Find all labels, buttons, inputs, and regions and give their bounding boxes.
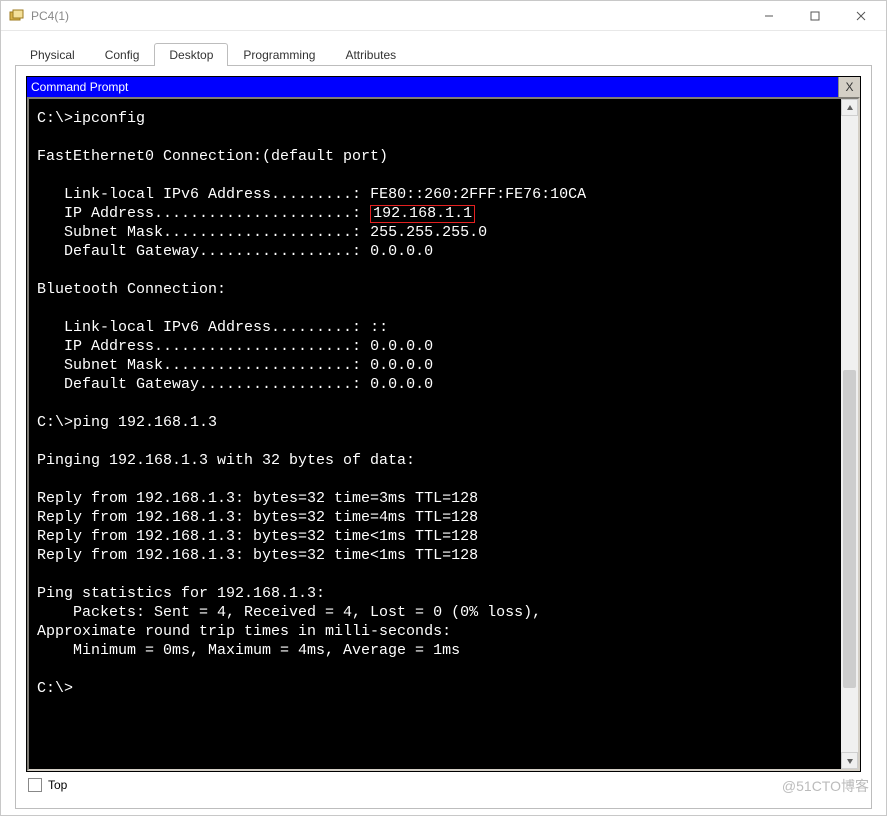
ip-label: IP Address......................:	[37, 338, 370, 355]
ping-rtt: Minimum = 0ms, Maximum = 4ms, Average = …	[37, 642, 460, 659]
mask-value: 255.255.255.0	[370, 224, 487, 241]
gw-value: 0.0.0.0	[370, 243, 433, 260]
ipv6-value: FE80::260:2FFF:FE76:10CA	[370, 186, 586, 203]
ip-value: 0.0.0.0	[370, 338, 433, 355]
scroll-track[interactable]	[841, 116, 858, 752]
tab-desktop[interactable]: Desktop	[154, 43, 228, 66]
mask-value: 0.0.0.0	[370, 357, 433, 374]
ping-reply: Reply from 192.168.1.3: bytes=32 time=3m…	[37, 490, 478, 507]
titlebar: PC4(1)	[1, 1, 886, 31]
section-title: FastEthernet0 Connection:(default port)	[37, 148, 388, 165]
prompt-line: C:\>ipconfig	[37, 110, 145, 127]
panel-title: Command Prompt	[31, 80, 838, 94]
tab-bar: Physical Config Desktop Programming Attr…	[15, 41, 872, 66]
app-window: PC4(1) Physical Config Desktop Programmi…	[0, 0, 887, 816]
gw-value: 0.0.0.0	[370, 376, 433, 393]
top-label: Top	[48, 778, 67, 792]
app-icon	[9, 8, 25, 24]
ping-stats-packets: Packets: Sent = 4, Received = 4, Lost = …	[37, 604, 541, 621]
tab-attributes[interactable]: Attributes	[330, 43, 411, 66]
ip-label: IP Address......................:	[37, 205, 370, 222]
ipv6-value: ::	[370, 319, 388, 336]
terminal-scrollbar[interactable]	[841, 99, 858, 769]
prompt-line: C:\>ping 192.168.1.3	[37, 414, 217, 431]
ping-reply: Reply from 192.168.1.3: bytes=32 time<1m…	[37, 547, 478, 564]
top-checkbox[interactable]	[28, 778, 42, 792]
scroll-down-button[interactable]	[841, 752, 858, 769]
close-button[interactable]	[838, 2, 884, 30]
panel-close-button[interactable]: X	[838, 77, 860, 97]
tab-content: Command Prompt X C:\>ipconfig FastEthern…	[15, 66, 872, 809]
window-title: PC4(1)	[31, 9, 69, 23]
command-prompt-panel: Command Prompt X C:\>ipconfig FastEthern…	[26, 76, 861, 772]
client-area: Physical Config Desktop Programming Attr…	[1, 31, 886, 815]
maximize-button[interactable]	[792, 2, 838, 30]
bottom-bar: Top	[26, 772, 861, 798]
ip-value-highlighted: 192.168.1.1	[370, 205, 475, 223]
ipv6-label: Link-local IPv6 Address.........:	[37, 186, 370, 203]
scroll-thumb[interactable]	[843, 370, 856, 688]
ping-rtt-header: Approximate round trip times in milli-se…	[37, 623, 451, 640]
section-title: Bluetooth Connection:	[37, 281, 226, 298]
terminal-wrap: C:\>ipconfig FastEthernet0 Connection:(d…	[27, 97, 860, 771]
ping-header: Pinging 192.168.1.3 with 32 bytes of dat…	[37, 452, 415, 469]
ping-reply: Reply from 192.168.1.3: bytes=32 time=4m…	[37, 509, 478, 526]
ping-stats-header: Ping statistics for 192.168.1.3:	[37, 585, 325, 602]
ipv6-label: Link-local IPv6 Address.........:	[37, 319, 370, 336]
gw-label: Default Gateway.................:	[37, 243, 370, 260]
mask-label: Subnet Mask.....................:	[37, 357, 370, 374]
terminal[interactable]: C:\>ipconfig FastEthernet0 Connection:(d…	[29, 99, 841, 769]
scroll-up-button[interactable]	[841, 99, 858, 116]
minimize-button[interactable]	[746, 2, 792, 30]
gw-label: Default Gateway.................:	[37, 376, 370, 393]
tab-physical[interactable]: Physical	[15, 43, 90, 66]
prompt-line: C:\>	[37, 680, 73, 697]
panel-header: Command Prompt X	[27, 77, 860, 97]
ping-reply: Reply from 192.168.1.3: bytes=32 time<1m…	[37, 528, 478, 545]
tab-config[interactable]: Config	[90, 43, 155, 66]
tab-programming[interactable]: Programming	[228, 43, 330, 66]
mask-label: Subnet Mask.....................:	[37, 224, 370, 241]
